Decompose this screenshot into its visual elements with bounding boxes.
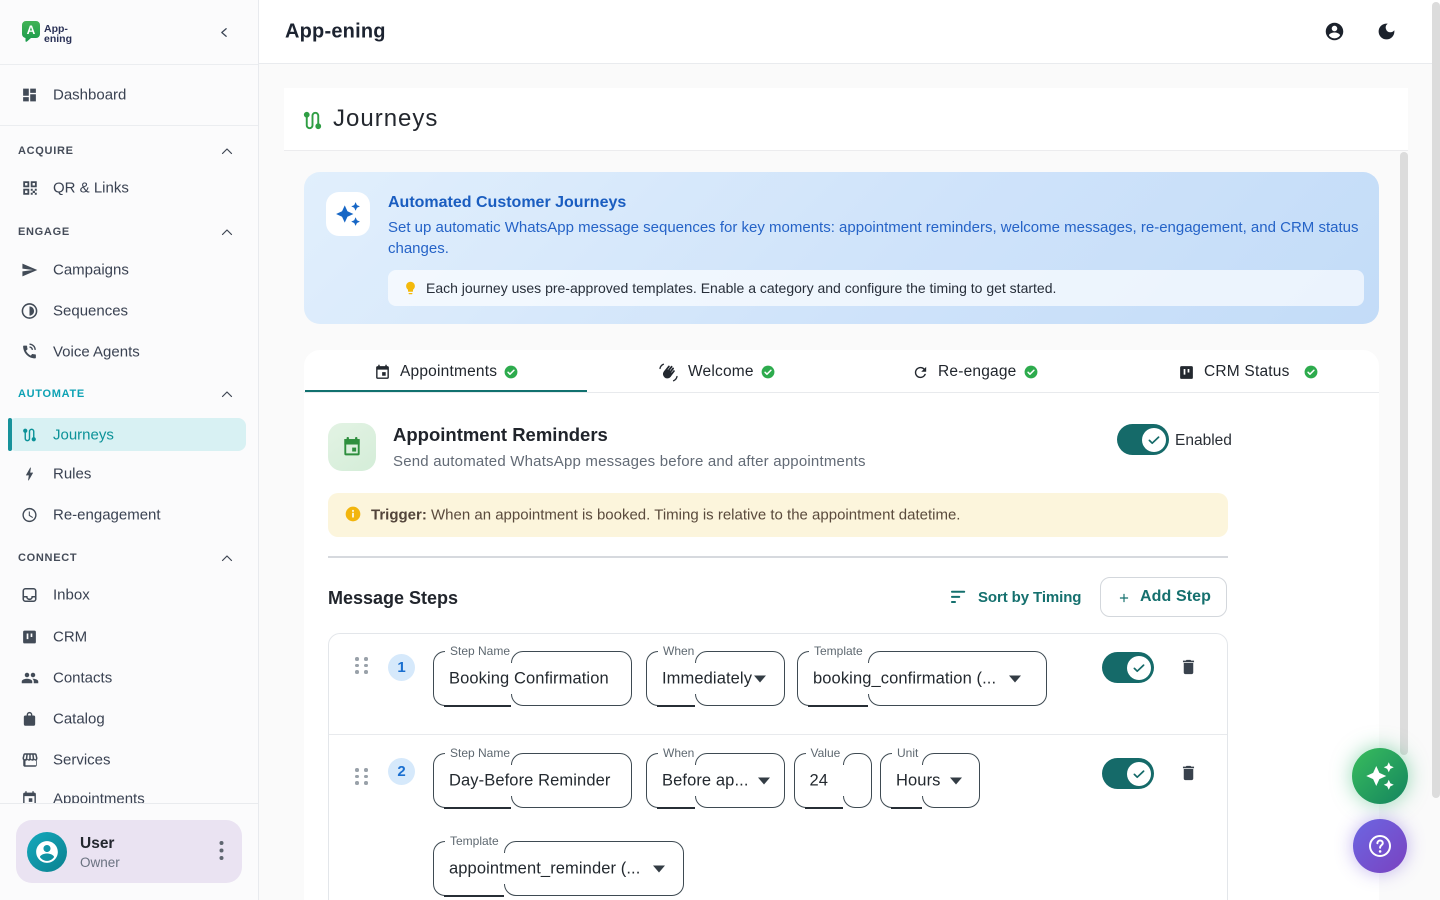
svg-text:A: A <box>27 23 36 37</box>
